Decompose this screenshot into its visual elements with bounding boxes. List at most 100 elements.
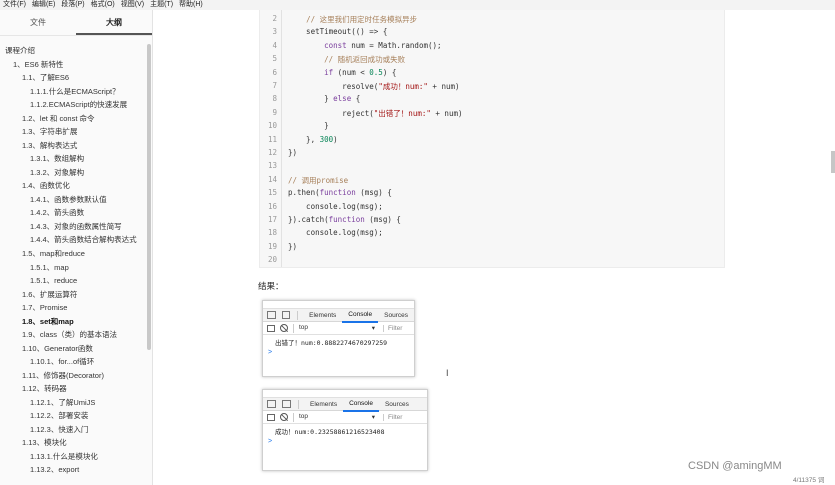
outline-item[interactable]: 1.13.1.什么是模块化 <box>0 450 152 464</box>
outline-item[interactable]: 1.13、模块化 <box>0 436 152 450</box>
outline-item[interactable]: 1.3、字符串扩展 <box>0 125 152 139</box>
menu-item[interactable]: 格式(O) <box>88 0 118 10</box>
outline-item[interactable]: 1.12、转码器 <box>0 382 152 396</box>
code-line: setTimeout(() => { <box>288 27 388 37</box>
chevron-down-icon: ▾ <box>371 414 375 421</box>
outline-item[interactable]: 1.1.2.ECMAScript的快速发展 <box>0 98 152 112</box>
console-prompt: > <box>268 349 273 356</box>
sidebar: 文件 大纲 课程介绍 1、ES6 新特性 1.1、了解ES6 1.1.1.什么是ECM… <box>0 10 153 485</box>
menu-item[interactable]: 视图(V) <box>118 0 147 10</box>
menu-item[interactable]: 主题(T) <box>147 0 176 10</box>
code-line: } <box>288 121 329 131</box>
outline-item[interactable]: 1.3.1、数组解构 <box>0 152 152 166</box>
outline-item[interactable]: 1.10.1、for...of循环 <box>0 355 152 369</box>
watermark: CSDN @amingMM <box>688 460 782 472</box>
code-line: }).catch(function (msg) { <box>288 215 401 224</box>
outline-item[interactable]: 1.3、解构表达式 <box>0 139 152 153</box>
sidebar-toggle-icon <box>267 324 275 332</box>
editor-scrollbar[interactable] <box>831 151 835 173</box>
sidebar-footer: < </> <box>0 471 152 485</box>
line-number: 15 <box>267 188 277 198</box>
outline-item[interactable]: 1.1.1.什么是ECMAScript？ <box>0 85 152 99</box>
outline-item[interactable]: 1.12.1、了解UmiJS <box>0 396 152 410</box>
device-icon <box>282 400 291 408</box>
menu-item[interactable]: 帮助(H) <box>176 0 206 10</box>
inspect-icon <box>267 311 276 319</box>
outline-item[interactable]: 1.5.1、reduce <box>0 274 152 288</box>
clear-console-icon <box>280 413 288 421</box>
outline-item[interactable]: 1.5.1、map <box>0 261 152 275</box>
text-cursor-icon: I <box>446 368 449 378</box>
line-number: 10 <box>267 121 277 131</box>
outline-item[interactable]: 1.4.4、箭头函数结合解构表达式 <box>0 233 152 247</box>
menu-item[interactable]: 编辑(E) <box>29 0 58 10</box>
code-line: const num = Math.random(); <box>324 40 442 50</box>
outline-item[interactable]: 1.4.2、箭头函数 <box>0 206 152 220</box>
tab-outline[interactable]: 大纲 <box>76 10 152 35</box>
line-number: 16 <box>267 201 277 211</box>
line-number: 20 <box>267 255 277 265</box>
line-number: 12 <box>267 148 277 157</box>
clear-console-icon <box>280 324 288 332</box>
outline-item[interactable]: 1.2、let 和 const 命令 <box>0 112 152 126</box>
tab-sources: Sources <box>384 311 408 319</box>
line-gutter: 2 3 4 5 6 7 8 9 10 11 12 13 14 15 16 17 18 19 20 <box>260 10 282 267</box>
line-number: 2 <box>272 14 277 23</box>
code-line: // 随机返回成功或失败 <box>324 55 406 65</box>
line-number: 3 <box>272 27 277 37</box>
outline-item[interactable]: 1.5、map和reduce <box>0 247 152 261</box>
devtools-screenshot-1: Elements Console Sources top ▾ Filter 出错了… <box>262 300 415 377</box>
outline-item[interactable]: 1.6、扩展运算符 <box>0 288 152 302</box>
editor-area[interactable]: 2 3 4 5 6 7 8 9 10 11 12 13 14 15 16 17 18 19 20 // 这里我们用定… <box>154 10 835 485</box>
line-number: 19 <box>267 241 277 251</box>
tab-elements: Elements <box>309 311 337 319</box>
code-line: } else { <box>288 94 361 104</box>
sidebar-tabs: 文件 大纲 <box>0 10 152 36</box>
tab-elements: Elements <box>310 400 338 408</box>
code-block[interactable]: 2 3 4 5 6 7 8 9 10 11 12 13 14 15 16 17 18 19 20 // 这里我们用定… <box>259 10 725 268</box>
menu-item[interactable]: 段落(P) <box>58 0 87 10</box>
code-line: if (num < 0.5) { <box>324 67 397 77</box>
filter-input: Filter <box>383 324 402 332</box>
outline-item[interactable]: 1.7、Promise <box>0 301 152 315</box>
line-number: 18 <box>267 228 277 238</box>
devtools-screenshot-2: Elements Console Sources top ▾ Filter 成功！… <box>262 389 428 471</box>
outline-item[interactable]: 1.12.3、快速入门 <box>0 423 152 437</box>
code-line: p.then(function (msg) { <box>288 188 392 198</box>
menu-item[interactable]: 文件(F) <box>0 0 29 10</box>
code-line: console.log(msg); <box>288 201 383 211</box>
sidebar-scrollbar[interactable] <box>147 44 151 350</box>
outline-item[interactable]: 1、ES6 新特性 <box>0 58 152 72</box>
line-number: 13 <box>267 161 277 171</box>
console-output: 成功！num:0.23258861216523408 <box>275 428 385 436</box>
line-number: 5 <box>272 54 277 64</box>
console-prompt: > <box>268 438 273 445</box>
tab-files[interactable]: 文件 <box>0 10 76 35</box>
outline-item[interactable]: 1.4.3、对象的函数属性简写 <box>0 220 152 234</box>
code-line: }) <box>288 148 298 157</box>
outline-item[interactable]: 1.12.2、部署安装 <box>0 409 152 423</box>
outline-item[interactable]: 课程介绍 <box>0 44 152 58</box>
outline-item[interactable]: 1.4、函数优化 <box>0 179 152 193</box>
outline-item[interactable]: 1.9、class（类）的基本语法 <box>0 328 152 342</box>
outline-item[interactable]: 1.1、了解ES6 <box>0 71 152 85</box>
context-select: top <box>299 324 309 331</box>
tab-sources: Sources <box>384 400 409 408</box>
outline-list: 课程介绍 1、ES6 新特性 1.1、了解ES6 1.1.1.什么是ECMAScrip… <box>0 36 152 477</box>
word-count[interactable]: 4/11375 词 <box>793 474 824 484</box>
code-line: // 调用promise <box>288 175 349 185</box>
code-line: }) <box>288 241 298 251</box>
chevron-down-icon: ▾ <box>371 325 375 332</box>
outline-item[interactable]: 1.10、Generator函数 <box>0 342 152 356</box>
line-number: 6 <box>272 67 277 77</box>
device-icon <box>281 311 291 319</box>
outline-item[interactable]: 1.11、修饰器(Decorator) <box>0 369 152 383</box>
line-number: 17 <box>267 215 277 224</box>
line-number: 9 <box>272 107 277 117</box>
outline-item[interactable]: 1.8、set和map <box>0 315 152 329</box>
line-number: 4 <box>272 40 277 50</box>
tab-console: Console <box>343 397 379 412</box>
outline-item[interactable]: 1.3.2、对象解构 <box>0 166 152 180</box>
outline-item[interactable]: 1.4.1、函数参数默认值 <box>0 193 152 207</box>
tab-console: Console <box>342 308 379 323</box>
